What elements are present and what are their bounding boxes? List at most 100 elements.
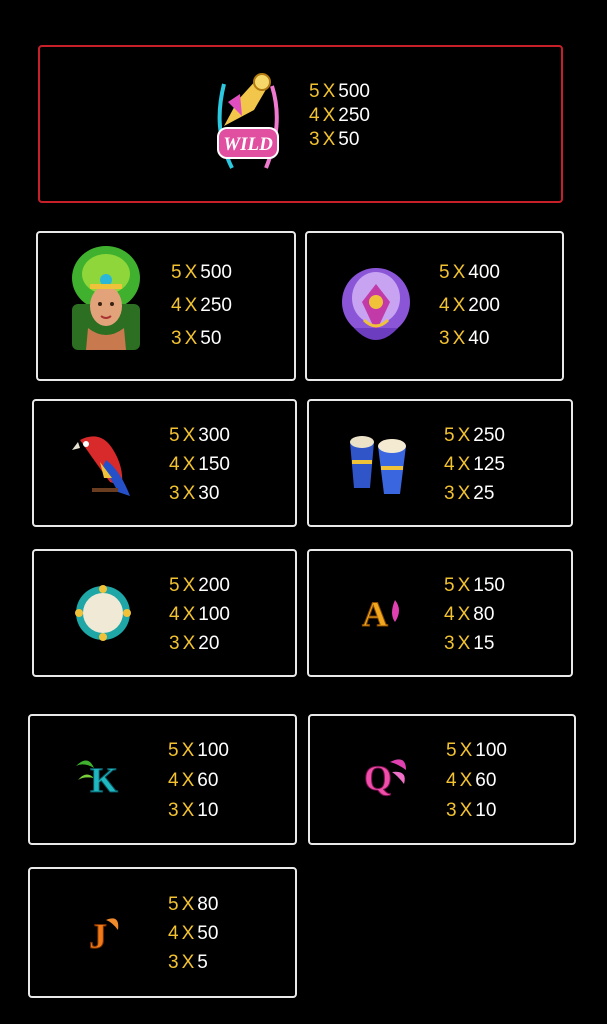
times-sign: X <box>459 740 473 761</box>
pay-row: 3 X 40 <box>439 329 500 353</box>
match-count: 5 <box>168 740 179 761</box>
pay-row: 5 X 500 <box>171 263 232 287</box>
pay-row: 4 X 60 <box>168 771 229 795</box>
pay-row: 5 X 150 <box>444 576 505 600</box>
payout-value: 250 <box>200 295 232 316</box>
pay-row: 4 X 80 <box>444 605 505 629</box>
match-count: 5 <box>169 575 180 596</box>
times-sign: X <box>457 483 471 504</box>
payout-value: 100 <box>198 604 230 625</box>
payout-value: 80 <box>197 894 219 915</box>
pay-list: 5 X 300 4 X 150 3 X 30 <box>169 426 230 508</box>
payout-value: 500 <box>338 81 370 102</box>
pay-list: 5 X 500 4 X 250 3 X 50 <box>171 263 232 353</box>
match-count: 5 <box>309 81 320 102</box>
times-sign: X <box>184 295 198 316</box>
match-count: 5 <box>446 740 457 761</box>
times-sign: X <box>322 81 336 102</box>
conga-drums-icon <box>344 428 412 496</box>
parrot-icon <box>72 430 134 500</box>
payout-value: 150 <box>198 454 230 475</box>
payout-value: 200 <box>468 295 500 316</box>
match-count: 3 <box>171 328 182 349</box>
pay-row: 3 X 30 <box>169 484 230 508</box>
match-count: 4 <box>168 923 179 944</box>
payout-value: 60 <box>475 770 497 791</box>
times-sign: X <box>181 923 195 944</box>
tambourine-icon <box>74 584 132 642</box>
pay-row: 5 X 250 <box>444 426 505 450</box>
match-count: 3 <box>169 483 180 504</box>
letter-k-icon: K <box>74 754 126 801</box>
match-count: 4 <box>444 454 455 475</box>
times-sign: X <box>322 129 336 150</box>
pay-row: 5 X 300 <box>169 426 230 450</box>
letter-j-icon: J <box>82 910 122 957</box>
payout-value: 50 <box>338 129 360 150</box>
pay-row: 5 X 500 <box>309 82 370 106</box>
pay-list: 5 X 150 4 X 80 3 X 15 <box>444 576 505 658</box>
times-sign: X <box>457 425 471 446</box>
times-sign: X <box>181 770 195 791</box>
payout-value: 10 <box>475 800 497 821</box>
pay-row: 3 X 50 <box>171 329 232 353</box>
payout-value: 10 <box>197 800 219 821</box>
letter-k-label: K <box>90 760 118 798</box>
match-count: 4 <box>446 770 457 791</box>
match-count: 5 <box>168 894 179 915</box>
times-sign: X <box>184 328 198 349</box>
match-count: 4 <box>439 295 450 316</box>
payout-value: 100 <box>197 740 229 761</box>
times-sign: X <box>457 604 471 625</box>
times-sign: X <box>182 425 196 446</box>
carnival-dancer-icon <box>70 244 142 350</box>
pay-row: 5 X 200 <box>169 576 230 600</box>
times-sign: X <box>182 454 196 475</box>
times-sign: X <box>457 633 471 654</box>
match-count: 3 <box>168 952 179 973</box>
paytable-card-k <box>28 714 297 845</box>
pay-list: 5 X 500 4 X 250 3 X 50 <box>309 82 370 154</box>
times-sign: X <box>182 575 196 596</box>
letter-j-label: J <box>89 916 107 954</box>
match-count: 3 <box>444 483 455 504</box>
times-sign: X <box>457 454 471 475</box>
letter-q-icon: Q <box>358 754 408 799</box>
pay-list: 5 X 100 4 X 60 3 X 10 <box>168 741 229 825</box>
match-count: 3 <box>444 633 455 654</box>
payout-value: 30 <box>198 483 220 504</box>
pay-row: 5 X 100 <box>446 741 507 765</box>
pay-list: 5 X 200 4 X 100 3 X 20 <box>169 576 230 658</box>
times-sign: X <box>181 740 195 761</box>
letter-a-icon: A <box>355 590 403 635</box>
match-count: 5 <box>439 262 450 283</box>
payout-value: 25 <box>473 483 495 504</box>
pay-row: 4 X 100 <box>169 605 230 629</box>
payout-value: 50 <box>200 328 222 349</box>
pay-row: 3 X 20 <box>169 634 230 658</box>
payout-value: 100 <box>475 740 507 761</box>
times-sign: X <box>459 800 473 821</box>
times-sign: X <box>182 633 196 654</box>
wild-label: WILD <box>223 134 273 155</box>
payout-value: 400 <box>468 262 500 283</box>
pay-row: 3 X 10 <box>446 801 507 825</box>
wild-icon: WILD <box>212 72 284 172</box>
pay-row: 3 X 50 <box>309 130 370 154</box>
times-sign: X <box>181 952 195 973</box>
times-sign: X <box>452 295 466 316</box>
times-sign: X <box>181 894 195 915</box>
times-sign: X <box>181 800 195 821</box>
times-sign: X <box>184 262 198 283</box>
payout-value: 125 <box>473 454 505 475</box>
pay-row: 4 X 50 <box>168 924 218 948</box>
payout-value: 60 <box>197 770 219 791</box>
payout-value: 20 <box>198 633 220 654</box>
match-count: 3 <box>439 328 450 349</box>
payout-value: 200 <box>198 575 230 596</box>
match-count: 4 <box>169 454 180 475</box>
paytable-card-q <box>308 714 576 845</box>
match-count: 5 <box>444 425 455 446</box>
paytable-card-j <box>28 867 297 998</box>
match-count: 3 <box>169 633 180 654</box>
